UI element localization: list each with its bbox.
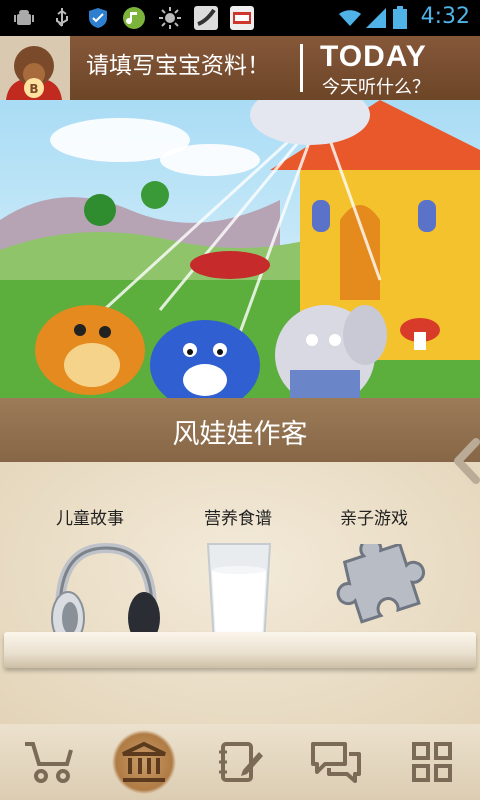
wifi-icon [339,10,361,26]
cartoon-illustration [0,100,480,398]
category-label-recipes: 营养食谱 [204,509,272,529]
category-label-games: 亲子游戏 [340,509,408,529]
usb-icon [56,8,68,27]
featured-story-banner[interactable] [0,100,480,398]
svg-text:B: B [29,82,38,96]
android-debug-icon [14,10,34,25]
nav-grid-button[interactable] [384,724,480,800]
chat-icon [311,742,361,783]
today-title: TODAY [320,40,427,73]
library-icon [122,741,166,782]
clock: 4:32 [420,4,470,29]
fill-baby-info-link[interactable]: 请填写宝宝资料！ [86,46,270,80]
grid-icon [412,742,452,782]
signal-icon [366,8,386,28]
nav-stroller-button[interactable] [0,724,96,800]
music-app-icon [123,7,145,29]
banner-caption: 风娃娃作客 [172,419,308,450]
bottom-navigation [0,724,480,800]
peas-app-icon [194,6,218,30]
puzzle-piece-icon [336,537,425,624]
category-shelf: 儿童故事 营养食谱 亲子游戏 [0,438,480,724]
category-label-stories: 儿童故事 [56,509,124,529]
today-subtitle: 今天听什么？ [322,77,430,98]
stroller-icon [25,742,73,783]
banner-caption-bar[interactable]: 风娃娃作客 [0,398,480,462]
battery-icon [393,6,407,29]
nav-chat-button[interactable] [288,724,384,800]
nav-library-button[interactable] [96,724,192,800]
status-bar: 4:32 [0,0,480,36]
notebook-icon [219,742,263,782]
app-header: B 请填写宝宝资料！ TODAY 今天听什么？ [0,36,480,100]
chevron-left-icon[interactable] [452,438,480,484]
shelf-board [4,632,476,668]
parent-child-games-button[interactable] [326,537,426,644]
baby-avatar-button[interactable]: B [0,36,70,100]
header-divider [300,44,303,92]
shield-icon [89,8,107,28]
sms-app-icon [230,6,254,30]
nav-notebook-button[interactable] [192,724,288,800]
baby-avatar-icon: B [6,46,62,100]
brightness-icon [159,7,181,29]
